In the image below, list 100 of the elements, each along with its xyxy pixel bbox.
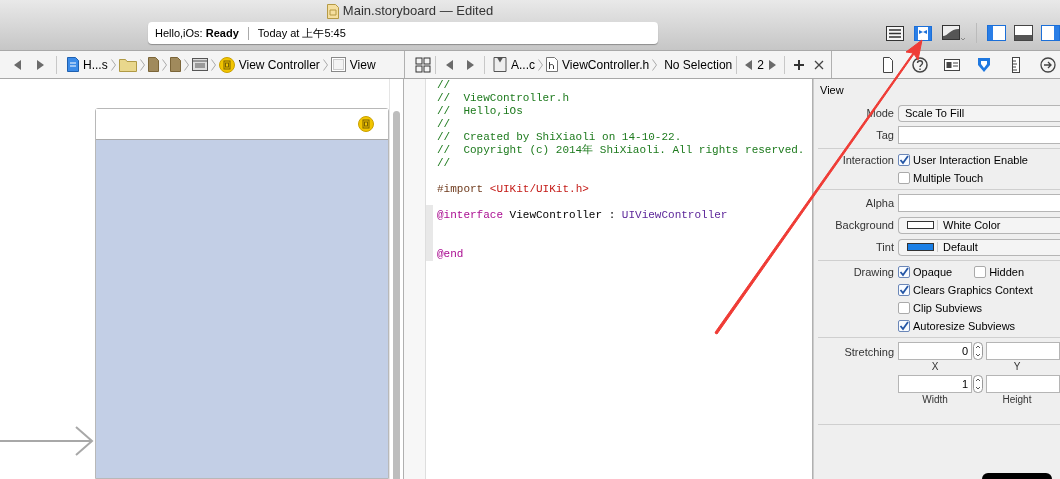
field-label: Background (834, 217, 895, 233)
chevron-icon (183, 58, 189, 71)
stepper-icon[interactable] (972, 375, 984, 393)
checkbox[interactable] (898, 172, 910, 184)
breadcrumb-label[interactable]: ViewController.h (562, 55, 650, 74)
code-line: // ViewController.h (437, 92, 570, 105)
back-icon[interactable] (446, 59, 454, 70)
chevron-icon (139, 58, 145, 71)
dark-panel (982, 473, 1052, 479)
related-items-icon[interactable] (415, 56, 431, 73)
color-dropdown[interactable]: White Color (898, 216, 1060, 234)
field-label: Stretching (843, 345, 895, 360)
code-line: // Created by ShiXiaoli on 14-10-22. (437, 131, 682, 144)
breadcrumb-label[interactable]: A...c (511, 55, 535, 74)
checkmark-icon (899, 321, 909, 331)
checkbox[interactable] (898, 154, 910, 166)
forward-icon[interactable] (466, 59, 474, 70)
field-caption: Height (1002, 393, 1033, 406)
header-file-icon (546, 57, 558, 72)
chevron-icon (538, 58, 543, 71)
document-icon (147, 57, 159, 72)
view-icon (330, 57, 346, 72)
checkbox-label: Clip Subviews (913, 300, 983, 316)
chevron-icon (210, 58, 216, 71)
id-card-icon[interactable] (944, 56, 960, 73)
field-caption: Width (922, 393, 949, 406)
next-icon[interactable] (767, 59, 776, 70)
folder-icon (118, 57, 137, 72)
document-icon (169, 57, 181, 72)
chevron-icon (322, 58, 328, 71)
shield-arrow-icon[interactable] (976, 56, 992, 73)
code-line: // Hello,iOs (437, 105, 523, 118)
counterpart-count: 2 (757, 56, 764, 74)
checkmark-icon (899, 155, 909, 165)
tuxedo-icon (493, 57, 507, 72)
bottom-panel-toggle-icon[interactable] (1014, 25, 1033, 41)
plus-icon[interactable] (793, 59, 804, 70)
field-label: Tag (875, 127, 895, 143)
text-field[interactable] (898, 194, 1060, 212)
mode-dropdown[interactable]: Scale To Fill (898, 104, 1060, 122)
code-line: @end (437, 248, 464, 261)
field-label: Drawing (852, 264, 895, 280)
number-field[interactable] (986, 375, 1060, 393)
close-icon[interactable] (813, 59, 824, 70)
breadcrumb-label[interactable]: No Selection (664, 55, 733, 74)
right-panel-toggle-icon[interactable] (1041, 25, 1060, 41)
version-editor-icon[interactable] (942, 24, 966, 42)
activity-status: Hello,iOs: Ready (155, 25, 239, 41)
checkbox-label: Opaque (913, 264, 953, 280)
field-caption: X (931, 360, 940, 373)
checkbox-label: User Interaction Enable (913, 152, 1028, 168)
code-line: // (437, 157, 451, 170)
text-field[interactable] (898, 126, 1060, 144)
controller-icon (358, 116, 374, 132)
checkbox[interactable] (898, 302, 910, 314)
breadcrumb-label[interactable]: View (349, 55, 376, 74)
checkbox-label: Hidden (989, 264, 1024, 280)
help-icon[interactable] (912, 56, 928, 73)
section-title: View (819, 83, 845, 98)
code-line: // (437, 118, 451, 131)
activity-time: Today at 上午5:45 (257, 25, 346, 41)
field-caption: Y (1013, 360, 1022, 373)
breadcrumb-label[interactable]: H...s (83, 55, 108, 74)
code-line: // (437, 79, 451, 92)
number-field[interactable] (986, 342, 1060, 360)
number-field[interactable]: 0 (898, 342, 972, 360)
field-label: Alpha (864, 195, 895, 211)
checkbox-label: Multiple Touch (913, 170, 984, 186)
window-title: Main.storyboard — Edited (342, 2, 494, 21)
field-label: Interaction (841, 152, 895, 168)
checkbox-label: Clears Graphics Context (913, 282, 1033, 298)
color-dropdown[interactable]: Default (898, 238, 1060, 256)
code-line: // Copyright (c) 2014年 ShiXiaoli. All rights reserved. (437, 144, 805, 157)
bowtie-editor-icon[interactable] (914, 25, 932, 41)
forward-icon[interactable] (36, 59, 44, 70)
scope-ribbon (426, 205, 433, 261)
chevron-icon (652, 58, 658, 71)
left-panel-toggle-icon[interactable] (987, 25, 1006, 41)
field-label: Tint (875, 239, 895, 255)
chevron-icon (161, 58, 167, 71)
checkbox[interactable] (898, 266, 910, 278)
standard-editor-icon[interactable] (886, 25, 904, 41)
chevron-icon (110, 58, 116, 71)
checkbox-label: Autoresize Subviews (913, 318, 1016, 334)
stepper-icon[interactable] (972, 342, 984, 360)
back-icon[interactable] (14, 59, 22, 70)
file-icon[interactable] (880, 56, 896, 73)
scrollbar-thumb[interactable] (393, 111, 400, 479)
number-field[interactable]: 1 (898, 375, 972, 393)
previous-icon[interactable] (745, 59, 754, 70)
window-icon (191, 58, 208, 71)
breadcrumb-label[interactable]: View Controller (238, 55, 320, 74)
checkbox[interactable] (898, 284, 910, 296)
checkbox[interactable] (898, 320, 910, 332)
blueprint-file-icon (67, 57, 79, 72)
controller-icon (218, 56, 235, 73)
code-line: #import <UIKit/UIKit.h> (437, 183, 589, 196)
code-line: @interface ViewController : UIViewController (437, 209, 728, 222)
checkbox[interactable] (974, 266, 987, 278)
arrow-circle-icon[interactable] (1040, 56, 1056, 73)
